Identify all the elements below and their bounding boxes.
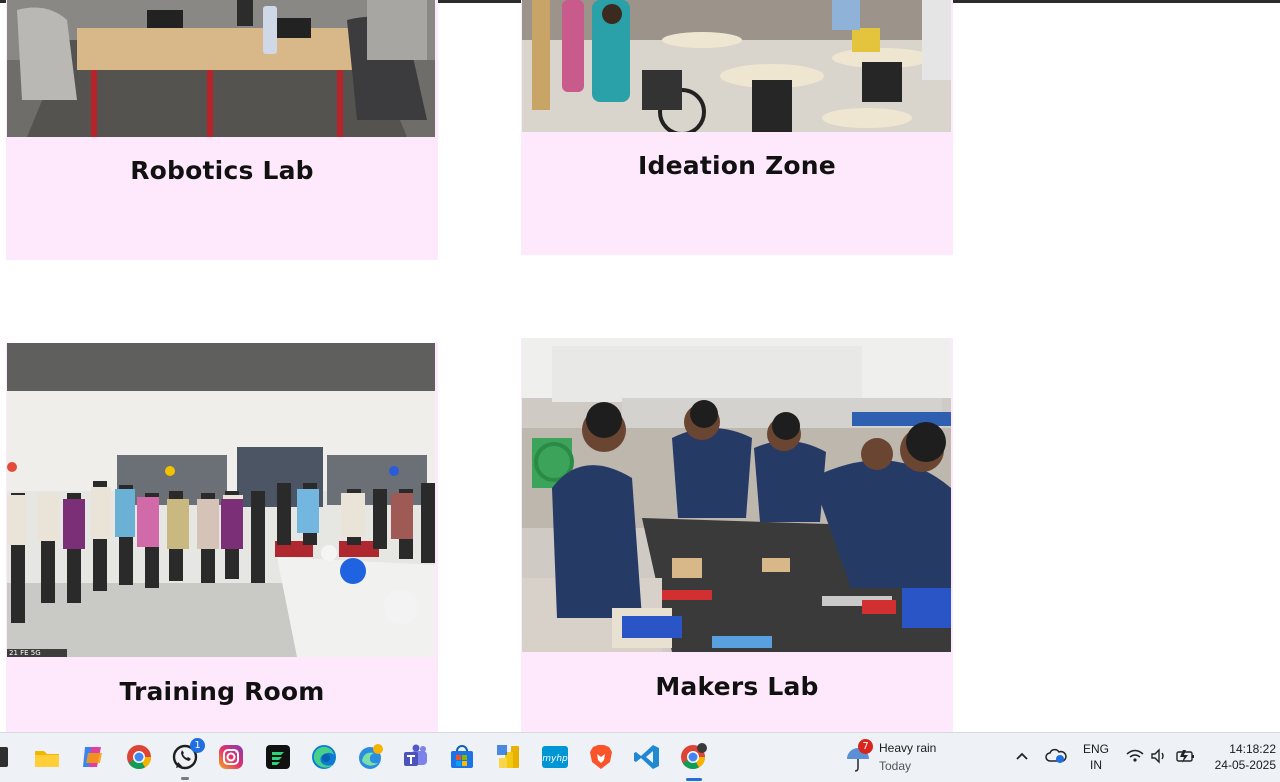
card-title: Makers Lab [655, 672, 819, 701]
system-clock[interactable]: 14:18:22 24-05-2025 [1205, 741, 1279, 773]
language-region: IN [1090, 758, 1102, 772]
whatsapp-icon[interactable]: 1 [170, 738, 205, 780]
card-title: Robotics Lab [130, 156, 314, 185]
input-language[interactable]: ENG IN [1080, 741, 1112, 773]
copilot-icon[interactable] [78, 742, 108, 772]
weather-widget[interactable]: 7 Heavy rain Today [844, 739, 964, 779]
teams-icon[interactable] [401, 742, 431, 772]
instagram-icon[interactable] [216, 742, 246, 772]
chrome-icon[interactable] [124, 742, 154, 772]
wifi-icon[interactable] [1124, 743, 1146, 769]
onedrive-sync-icon[interactable] [1044, 743, 1068, 769]
weather-subtitle: Today [879, 759, 912, 773]
myhp-icon[interactable]: myhp [540, 742, 570, 772]
chrome-active-icon[interactable] [678, 742, 708, 781]
myhp-label: myhp [542, 754, 568, 764]
vscode-icon[interactable] [632, 742, 662, 772]
weather-alert-badge: 7 [858, 739, 873, 754]
clock-date: 24-05-2025 [1214, 758, 1276, 772]
language-code: ENG [1082, 742, 1109, 756]
card-ideation-zone[interactable]: Ideation Zone [521, 0, 953, 255]
whatsapp-badge: 1 [190, 738, 205, 753]
ideation-zone-photo [522, 0, 951, 132]
windows-taskbar: 1 myhp 7 Heavy rain Today ENG IN 14:18:2… [0, 732, 1280, 782]
card-training-room[interactable]: 21 FE 5G Training Room [6, 343, 438, 732]
card-robotics-lab[interactable]: Robotics Lab [6, 0, 438, 260]
active-window-indicator [686, 778, 702, 781]
card-title: Ideation Zone [638, 151, 836, 180]
volume-icon[interactable] [1148, 743, 1170, 769]
robotics-lab-photo [7, 0, 435, 137]
clock-time: 14:18:22 [1229, 742, 1276, 756]
card-makers-lab[interactable]: Makers Lab [521, 338, 953, 732]
file-explorer-icon[interactable] [32, 742, 62, 772]
power-bi-icon[interactable] [494, 742, 524, 772]
weather-title: Heavy rain [879, 741, 937, 755]
running-indicator [181, 777, 189, 780]
card-title: Training Room [119, 677, 325, 706]
microsoft-store-icon[interactable] [447, 742, 477, 772]
makers-lab-photo [522, 338, 951, 652]
battery-icon[interactable] [1172, 743, 1198, 769]
start-edge[interactable] [0, 747, 8, 767]
edge-icon[interactable] [309, 742, 339, 772]
show-hidden-icons-chevron-up-icon[interactable] [1012, 743, 1032, 769]
photo-watermark: 21 FE 5G [9, 649, 41, 657]
edge-beta-icon[interactable] [355, 742, 385, 772]
brave-icon[interactable] [586, 742, 616, 772]
app-icon[interactable] [263, 742, 293, 772]
training-room-photo: 21 FE 5G [7, 343, 435, 657]
